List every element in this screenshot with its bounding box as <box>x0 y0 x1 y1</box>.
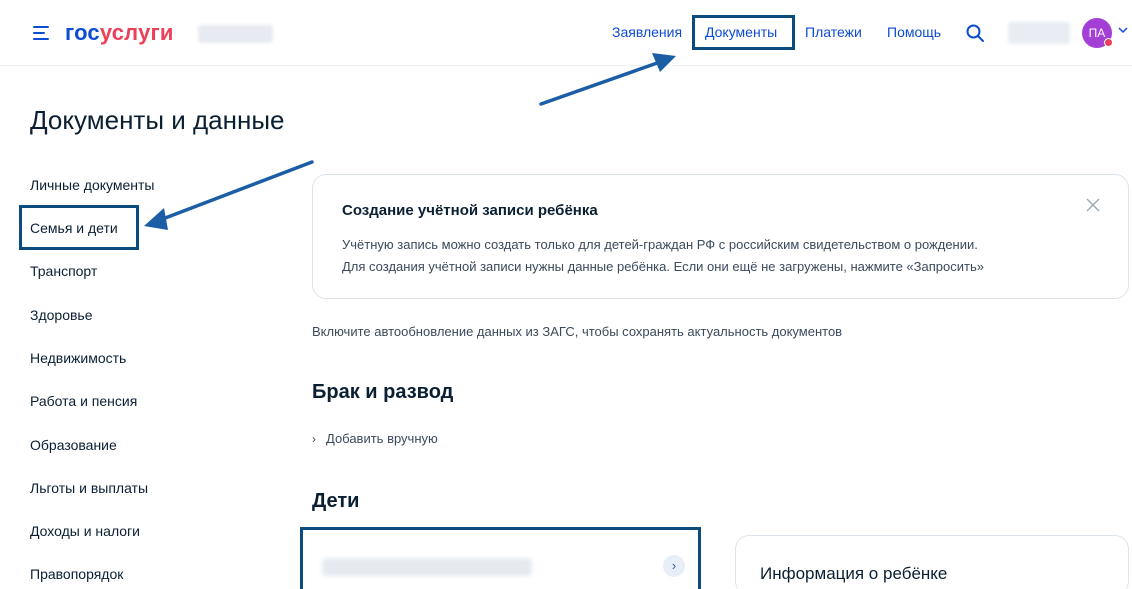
close-icon[interactable] <box>1085 197 1101 213</box>
chevron-right-icon[interactable]: › <box>663 555 685 577</box>
notice-line-1: Учётную запись можно создать только для … <box>342 237 978 252</box>
sidebar-item-health[interactable]: Здоровье <box>30 307 93 323</box>
nav-help[interactable]: Помощь <box>887 24 941 40</box>
sidebar-item-law-order[interactable]: Правопорядок <box>30 566 123 582</box>
sidebar-item-work-pension[interactable]: Работа и пенсия <box>30 393 137 409</box>
marriage-section-title: Брак и развод <box>312 381 454 403</box>
gosuslugi-logo[interactable]: госуслуги <box>65 20 174 46</box>
child-name-blurred <box>322 558 532 576</box>
chevron-down-icon[interactable] <box>1117 24 1129 36</box>
add-manually-link[interactable]: › Добавить вручную <box>312 431 438 446</box>
sidebar-item-income-taxes[interactable]: Доходы и налоги <box>30 523 140 539</box>
add-manually-label: Добавить вручную <box>326 431 438 446</box>
search-icon[interactable] <box>965 23 985 43</box>
children-section-title: Дети <box>312 490 360 512</box>
region-selector-blurred[interactable] <box>198 25 273 43</box>
sidebar-item-education[interactable]: Образование <box>30 437 117 453</box>
sidebar-item-benefits[interactable]: Льготы и выплаты <box>30 480 148 496</box>
notification-dot <box>1104 38 1113 47</box>
sidebar-item-real-estate[interactable]: Недвижимость <box>30 350 126 366</box>
page-title: Документы и данные <box>30 105 285 135</box>
nav-payments[interactable]: Платежи <box>805 24 862 40</box>
user-name-blurred[interactable] <box>1008 22 1070 44</box>
notice-card: Создание учётной записи ребёнка Учётную … <box>312 174 1129 299</box>
notice-title: Создание учётной записи ребёнка <box>342 202 598 219</box>
child-info-title: Информация о ребёнке <box>760 564 948 583</box>
notice-line-2: Для создания учётной записи нужны данные… <box>342 259 984 274</box>
autoupdate-text: Включите автообновление данных из ЗАГС, … <box>312 324 843 339</box>
sidebar-item-personal-documents[interactable]: Личные документы <box>30 177 154 193</box>
highlight-box-documents <box>692 15 795 50</box>
nav-applications[interactable]: Заявления <box>612 24 682 40</box>
highlight-box-family <box>19 205 139 250</box>
child-info-card: Информация о ребёнке <box>735 535 1129 589</box>
burger-menu-icon[interactable] <box>33 26 49 40</box>
chevron-right-icon: › <box>312 432 316 446</box>
sidebar-item-transport[interactable]: Транспорт <box>30 263 97 279</box>
top-header: госуслуги Заявления Документы Платежи По… <box>0 0 1132 66</box>
